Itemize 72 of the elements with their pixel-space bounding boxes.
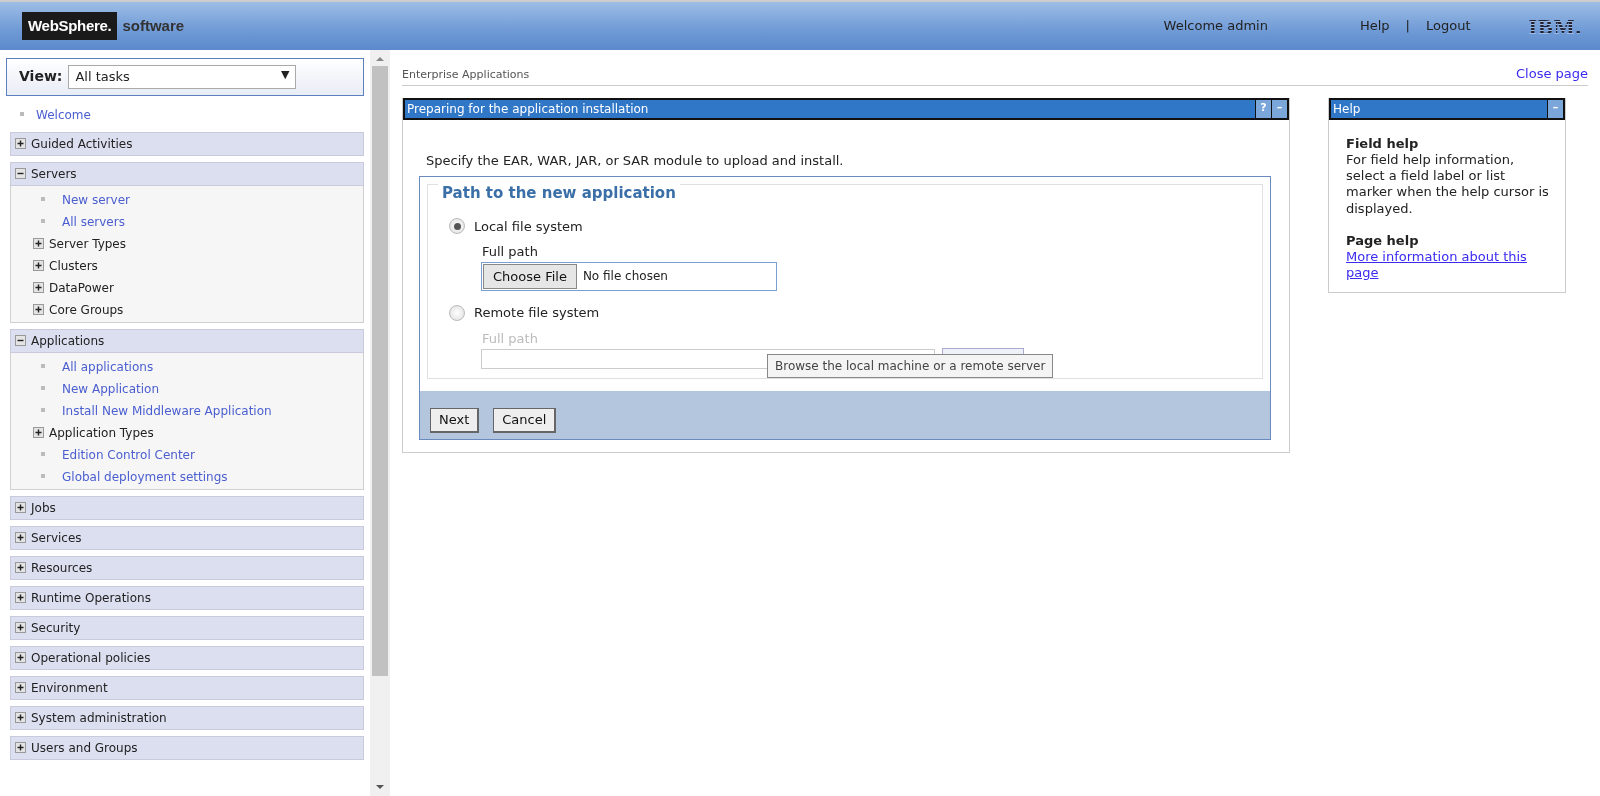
help-link[interactable]: More information about this page xyxy=(1346,249,1551,282)
nav-link-item[interactable]: All servers xyxy=(62,212,125,231)
expand-icon[interactable] xyxy=(33,304,44,315)
nav-link-item[interactable]: New Application xyxy=(62,379,160,398)
nav-group[interactable]: Clusters xyxy=(49,256,98,275)
nav-section[interactable]: Operational policies xyxy=(10,645,364,670)
expand-icon[interactable] xyxy=(15,652,26,663)
expand-icon[interactable] xyxy=(33,282,44,293)
field-label: Full path xyxy=(482,329,539,348)
expand-icon[interactable] xyxy=(15,682,26,693)
panel-title: Preparing for the application installation xyxy=(407,100,650,118)
radio-button[interactable] xyxy=(449,304,465,321)
view-label: View: xyxy=(19,67,63,87)
welcome-text: Welcome admin xyxy=(1163,17,1268,36)
action-button[interactable]: Next xyxy=(430,408,480,433)
nav-group[interactable]: DataPower xyxy=(49,278,114,297)
header-link[interactable]: Logout xyxy=(1426,16,1471,36)
radio-button[interactable] xyxy=(449,218,465,235)
radio-label: Remote file system xyxy=(474,304,600,322)
breadcrumb-text: Enterprise Applications xyxy=(402,67,530,83)
logo-brand: WebSphere. xyxy=(22,11,118,41)
help-title: Help xyxy=(1333,100,1362,118)
action-button[interactable]: Cancel xyxy=(493,408,557,433)
nav-section[interactable]: Security xyxy=(10,615,364,640)
tooltip: Browse the local machine or a remote server xyxy=(767,354,1054,378)
expand-icon[interactable] xyxy=(15,622,26,633)
expand-icon[interactable] xyxy=(15,592,26,603)
nav-group[interactable]: Server Types xyxy=(49,234,126,253)
view-select[interactable]: All tasks ▼ xyxy=(68,65,297,89)
nav-section[interactable]: Services xyxy=(10,525,364,550)
nav-section[interactable]: Environment xyxy=(10,675,364,700)
expand-icon[interactable] xyxy=(15,712,26,723)
help-text: For field help information, select a field label or list marker when the help cursor is displayed. xyxy=(1346,151,1550,217)
nav-section[interactable]: Resources xyxy=(10,555,364,580)
expand-icon[interactable] xyxy=(33,238,44,249)
scroll-down-icon[interactable] xyxy=(375,782,385,792)
intro-text: Specify the EAR, WAR, JAR, or SAR module to upload and install. xyxy=(426,151,845,170)
expand-icon[interactable] xyxy=(33,260,44,271)
nav-section[interactable]: System administration xyxy=(10,705,364,730)
nav-link-item[interactable]: All applications xyxy=(62,357,154,376)
scrollbar-thumb[interactable] xyxy=(372,66,388,676)
nav-group[interactable]: Core Groups xyxy=(49,300,124,319)
scroll-up-icon[interactable] xyxy=(375,54,385,64)
nav-link-item[interactable]: New server xyxy=(62,190,130,209)
logo-product: software xyxy=(122,15,185,36)
help-heading: Field help xyxy=(1346,135,1420,152)
nav-link-item[interactable]: Global deployment settings xyxy=(62,467,228,486)
expand-icon[interactable] xyxy=(15,742,26,753)
collapse-icon[interactable] xyxy=(15,335,26,346)
field-label: Full path xyxy=(482,243,539,261)
nav-link-item[interactable]: Welcome xyxy=(36,107,91,122)
separator: | xyxy=(1405,17,1410,36)
nav-section[interactable]: Applications xyxy=(10,328,364,353)
expand-icon[interactable] xyxy=(15,562,26,573)
nav-section[interactable]: Jobs xyxy=(10,495,364,520)
nav-section[interactable]: Servers xyxy=(10,161,364,186)
nav-section[interactable]: Guided Activities xyxy=(10,131,364,156)
collapse-icon[interactable] xyxy=(15,168,26,179)
radio-label: Local file system xyxy=(474,217,583,236)
nav-link-item[interactable]: Install New Middleware Application xyxy=(62,401,272,420)
expand-icon[interactable] xyxy=(15,532,26,543)
nav-link-item[interactable]: Edition Control Center xyxy=(62,445,195,464)
nav-group[interactable]: Application Types xyxy=(49,423,154,442)
expand-icon[interactable] xyxy=(15,138,26,149)
nav-section[interactable]: Users and Groups xyxy=(10,735,364,760)
file-input[interactable]: Choose File No file chosen xyxy=(481,261,777,291)
header-link[interactable]: Help xyxy=(1359,16,1390,36)
expand-icon[interactable] xyxy=(15,502,26,513)
nav-section[interactable]: Runtime Operations xyxy=(10,585,364,610)
help-heading: Page help xyxy=(1346,232,1420,249)
close-page-link[interactable]: Close page xyxy=(1516,64,1588,84)
expand-icon[interactable] xyxy=(33,427,44,438)
